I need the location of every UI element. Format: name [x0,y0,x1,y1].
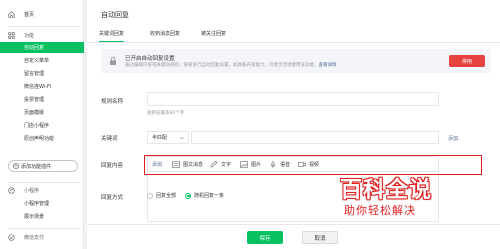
add-keyword-link[interactable]: 添加 [448,135,458,142]
reply-all-option[interactable]: 回复全部 [147,192,176,199]
disable-button[interactable]: 停用 [449,55,485,67]
sidebar-item-wifi[interactable]: 微信连Wi-Fi [0,81,84,92]
add-plugin-label: 添加功能插件 [21,163,52,170]
rule-name-input[interactable] [147,92,439,106]
keyword-input[interactable] [191,131,439,144]
reply-option-label: 回复全部 [156,193,177,199]
watermark-subtitle: 助你轻松解决 [344,204,416,217]
radio-icon [147,192,153,199]
match-mode-select[interactable]: 半匹配 [147,131,189,144]
sidebar-item-label: 原创声明功能 [24,136,55,142]
sidebar-item-store-mini[interactable]: 门店小程序 [0,120,84,131]
sidebar-item-label: 微信连Wi-Fi [24,84,51,90]
match-mode-value: 半匹配 [152,135,168,141]
notice-description: 通过编辑内容或关键词规则，快速进行自动回复设置。如具备开发能力，可更灵活地使用该… [125,62,337,68]
watermark-title: 百科全说 [340,178,433,203]
reply-option-label: 随机回复一条 [194,193,225,199]
save-button[interactable]: 保存 [247,231,283,244]
notice-desc-text: 通过编辑内容或关键词规则，快速进行自动回复设置。如具备开发能力，可更灵活地使用该… [125,63,319,68]
footer-actions: 保存 取消 [87,224,500,249]
page-title: 自动回复 [101,11,129,19]
sidebar-item-vote[interactable]: 投票管理 [0,94,84,105]
rule-name-label: 规则名称 [101,99,124,105]
rule-name-hint: 规则名最多60个字 [147,111,185,116]
sidebar-item-label: 门店小程序 [24,123,50,129]
sidebar-section-label: 功能 [24,33,35,39]
sidebar-item-comments[interactable]: 留言管理 [0,68,84,79]
sidebar-home-label: 首页 [24,12,35,18]
wechat-pay-icon [8,234,15,241]
sidebar-item-label: 展示场景 [24,214,45,220]
sidebar-item-label: 小程序管理 [24,201,50,207]
sidebar-item-label: 页面模版 [24,110,45,116]
tab-bar: 关键词回复 收到消息回复 被关注回复 [87,28,500,43]
sidebar-item-mp-scenes[interactable]: 展示场景 [0,211,84,222]
sidebar-section-label: 小程序 [24,188,40,194]
keyword-label: 关键词 [101,136,118,142]
sidebar-item-label: 自动回复 [24,45,45,51]
tab-follow-reply[interactable]: 被关注回复 [201,30,226,42]
sidebar-section-miniprogram[interactable]: 小程序 [0,185,84,196]
sidebar-item-original[interactable]: 原创声明功能 [0,133,84,144]
sidebar-item-home[interactable]: 首页 [0,9,84,20]
status-notice: 已开启自动回复设置 通过编辑内容或关键词规则，快速进行自动回复设置。如具备开发能… [101,49,491,73]
notice-title: 已开启自动回复设置 [125,56,175,62]
sidebar-section-features[interactable]: 功能 [0,30,84,41]
reply-mode-label: 回复方式 [101,195,124,201]
sidebar-item-label: 留言管理 [24,71,45,77]
sidebar-item-label: 投票管理 [24,97,45,103]
reply-content-label: 回复内容 [101,163,124,169]
sidebar-section-pay[interactable]: 微信支付 [0,232,84,243]
miniprogram-icon [8,187,15,194]
reply-random-option[interactable]: 随机回复一条 [185,192,224,199]
home-icon [8,11,15,18]
lock-icon [108,56,118,66]
sidebar: 首页 功能 自动回复 自定义菜单 留言管理 微信连Wi-Fi 投票管理 页面模版… [0,0,84,249]
plus-icon: + [13,162,19,169]
tab-message-reply[interactable]: 收到消息回复 [150,30,180,42]
watermark: 百科全说 助你轻松解决 [340,172,480,224]
view-details-link[interactable]: 查看详情 [319,63,337,68]
sidebar-item-custom-menu[interactable]: 自定义菜单 [0,55,84,66]
sidebar-item-templates[interactable]: 页面模版 [0,107,84,118]
radio-checked-icon [185,192,191,199]
tab-keyword-reply[interactable]: 关键词回复 [99,30,125,42]
sidebar-item-mp-manage[interactable]: 小程序管理 [0,198,84,209]
grid-icon [8,32,15,39]
sidebar-item-label: 自定义菜单 [24,58,50,64]
sidebar-item-auto-reply[interactable]: 自动回复 [0,42,84,53]
add-plugin-button[interactable]: + 添加功能插件 [8,160,78,172]
cancel-button[interactable]: 取消 [302,231,338,244]
chevron-down-icon [180,136,184,140]
sidebar-section-label: 微信支付 [24,235,45,241]
